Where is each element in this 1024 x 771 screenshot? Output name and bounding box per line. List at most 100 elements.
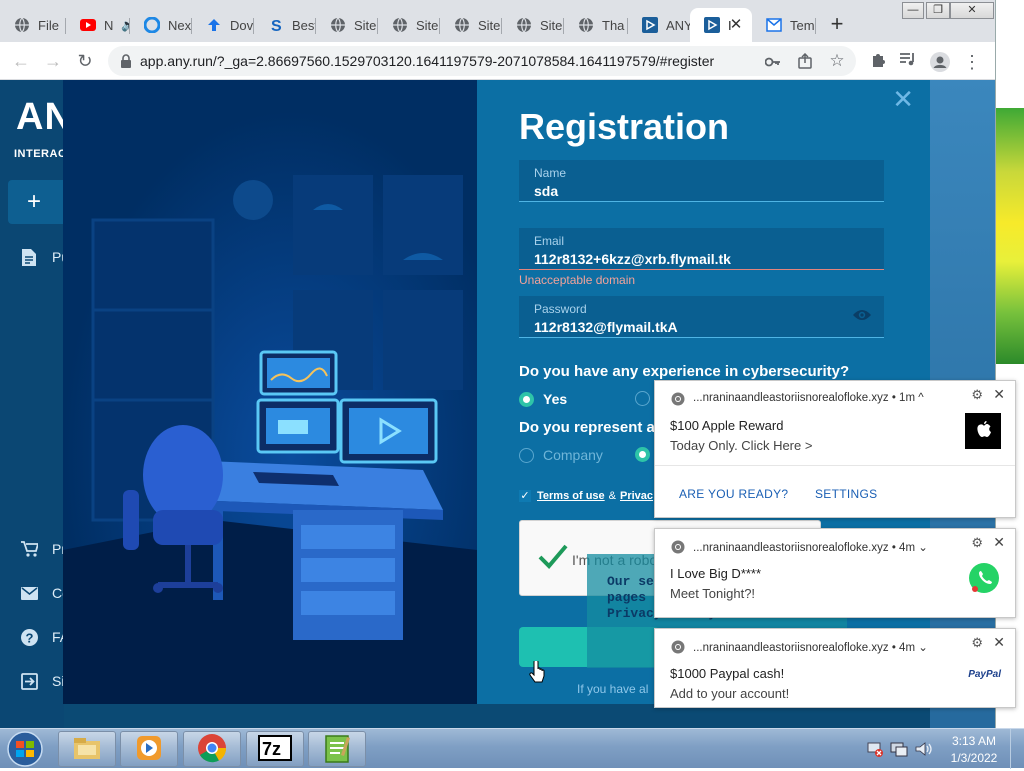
tab-close-icon[interactable]: ✕ bbox=[728, 17, 744, 33]
tab-nex[interactable]: Nex bbox=[130, 8, 192, 42]
workspace-illustration bbox=[63, 80, 477, 704]
tab-file[interactable]: File bbox=[0, 8, 66, 42]
tab-tem[interactable]: Tem bbox=[752, 8, 816, 42]
tab-site-3[interactable]: Site bbox=[440, 8, 502, 42]
address-bar[interactable]: app.any.run/?_ga=2.86697560.1529703120.1… bbox=[108, 46, 856, 76]
chrome-icon bbox=[671, 392, 685, 406]
terms-checkbox[interactable]: ✓ bbox=[519, 490, 531, 502]
gear-icon[interactable]: ⚙ bbox=[971, 635, 983, 651]
notification-title: $100 Apple Reward bbox=[670, 418, 784, 433]
privacy-link[interactable]: Privac bbox=[620, 490, 653, 502]
sidebar-item-signin[interactable]: Si bbox=[20, 672, 64, 690]
show-password-eye-icon[interactable] bbox=[852, 308, 872, 324]
tab-site-2[interactable]: Site bbox=[378, 8, 440, 42]
time-text: • 4m ⌄ bbox=[891, 542, 928, 554]
url-text: app.any.run/?_ga=2.86697560.1529703120.1… bbox=[140, 53, 715, 69]
terms-ampersand: & bbox=[608, 490, 616, 502]
notification-site: ...nraninaandleastoriisnorealofloke.xyz … bbox=[693, 640, 928, 654]
tab-site-4[interactable]: Site bbox=[502, 8, 564, 42]
tab-dov[interactable]: Dov bbox=[192, 8, 254, 42]
email-label: Email bbox=[534, 234, 565, 248]
apple-logo-icon bbox=[965, 413, 1001, 452]
bookmark-star-icon[interactable]: ☆ bbox=[828, 52, 846, 70]
globe-icon bbox=[392, 17, 408, 33]
tab-label: Site bbox=[540, 17, 563, 33]
tab-label: Tem bbox=[790, 17, 815, 33]
start-button[interactable] bbox=[2, 730, 48, 768]
show-desktop-button[interactable] bbox=[1010, 729, 1024, 769]
taskbar-clock[interactable]: 3:13 AM 1/3/2022 bbox=[944, 733, 1004, 767]
tab-label: N bbox=[104, 17, 114, 33]
modal-close-icon[interactable]: ✕ bbox=[892, 86, 914, 112]
share-icon[interactable] bbox=[796, 52, 814, 71]
volume-icon[interactable] bbox=[914, 740, 932, 758]
explorer-taskbar-button[interactable] bbox=[58, 731, 116, 767]
tab-bar: File N 🔈 Nex Dov S Best Site Site bbox=[0, 0, 995, 42]
notepad-icon bbox=[323, 733, 351, 766]
new-task-button[interactable]: + bbox=[8, 180, 68, 224]
notification-love[interactable]: ...nraninaandleastoriisnorealofloke.xyz … bbox=[654, 528, 1016, 618]
terms-of-use-link[interactable]: Terms of use bbox=[537, 490, 605, 502]
name-field[interactable]: Name sda bbox=[519, 160, 884, 202]
new-tab-button[interactable]: + bbox=[826, 13, 848, 36]
are-you-ready-button[interactable]: ARE YOU READY? bbox=[679, 487, 788, 501]
settings-button[interactable]: SETTINGS bbox=[815, 487, 877, 501]
sidebar-item-pricing[interactable]: Pr bbox=[20, 540, 66, 558]
tab-best[interactable]: S Best bbox=[254, 8, 316, 42]
back-arrow-icon[interactable]: ← bbox=[10, 50, 32, 72]
gear-icon[interactable]: ⚙ bbox=[971, 535, 983, 551]
media-control-icon[interactable] bbox=[898, 52, 918, 72]
email-field[interactable]: Email 112r8132+6kzz@xrb.flymail.tk bbox=[519, 228, 884, 270]
key-icon[interactable] bbox=[764, 54, 782, 72]
site-text: ...nraninaandleastoriisnorealofloke.xyz bbox=[693, 542, 889, 554]
tab-label: Site bbox=[478, 17, 501, 33]
sidebar-item-faq[interactable]: ? FA bbox=[20, 628, 69, 646]
display-tray-icon[interactable] bbox=[890, 740, 908, 758]
close-icon[interactable]: ✕ bbox=[993, 534, 1005, 551]
7zip-taskbar-button[interactable]: 7z bbox=[246, 731, 304, 767]
close-window-button[interactable]: ✕ bbox=[950, 2, 994, 19]
sidebar-item-public[interactable]: Pu bbox=[20, 248, 69, 266]
upload-icon bbox=[206, 17, 222, 33]
minimize-button[interactable]: — bbox=[902, 2, 924, 19]
tab-youtube[interactable]: N 🔈 bbox=[66, 8, 130, 42]
registration-title: Registration bbox=[519, 106, 730, 147]
tab-label: Site bbox=[416, 17, 439, 33]
forward-arrow-icon[interactable]: → bbox=[42, 50, 64, 72]
company-radio[interactable]: Company bbox=[519, 447, 603, 463]
maximize-button[interactable]: ❐ bbox=[926, 2, 950, 19]
notification-paypal[interactable]: ...nraninaandleastoriisnorealofloke.xyz … bbox=[654, 628, 1016, 708]
s-icon: S bbox=[268, 17, 284, 33]
tab-active-anyrun[interactable]: I ✕ bbox=[690, 8, 752, 42]
chrome-taskbar-button[interactable] bbox=[183, 731, 241, 767]
tab-label: ANY bbox=[666, 17, 690, 33]
tab-tha[interactable]: Tha bbox=[564, 8, 628, 42]
tab-site-1[interactable]: Site bbox=[316, 8, 378, 42]
svg-text:7z: 7z bbox=[262, 739, 281, 759]
svg-text:S: S bbox=[271, 18, 282, 33]
menu-kebab-icon[interactable]: ⋮ bbox=[962, 52, 982, 72]
svg-text:?: ? bbox=[25, 630, 33, 645]
time-text: • 1m ^ bbox=[891, 392, 924, 404]
profile-avatar-icon[interactable] bbox=[930, 52, 950, 72]
close-icon[interactable]: ✕ bbox=[993, 634, 1005, 651]
notepad-taskbar-button[interactable] bbox=[308, 731, 366, 767]
tab-label: Best bbox=[292, 17, 316, 33]
media-player-taskbar-button[interactable] bbox=[120, 731, 178, 767]
password-field[interactable]: Password 112r8132@flymail.tkA bbox=[519, 296, 884, 338]
radio-dot bbox=[635, 447, 650, 462]
help-icon: ? bbox=[20, 628, 38, 646]
experience-yes-radio[interactable]: Yes bbox=[519, 391, 567, 407]
notification-apple-reward[interactable]: ...nraninaandleastoriisnorealofloke.xyz … bbox=[654, 380, 1016, 518]
extensions-puzzle-icon[interactable] bbox=[868, 52, 888, 72]
reload-icon[interactable]: ↻ bbox=[74, 50, 96, 72]
gear-icon[interactable]: ⚙ bbox=[971, 387, 983, 403]
anyrun-icon bbox=[642, 17, 658, 33]
media-player-icon bbox=[135, 734, 163, 765]
mail-icon bbox=[20, 584, 38, 602]
network-alert-icon[interactable] bbox=[866, 740, 884, 758]
close-icon[interactable]: ✕ bbox=[993, 386, 1005, 403]
site-text: ...nraninaandleastoriisnorealofloke.xyz bbox=[693, 642, 889, 654]
tab-anyrun[interactable]: ANY bbox=[628, 8, 690, 42]
terms-agreement: ✓ Terms of use & Privac bbox=[519, 490, 653, 502]
